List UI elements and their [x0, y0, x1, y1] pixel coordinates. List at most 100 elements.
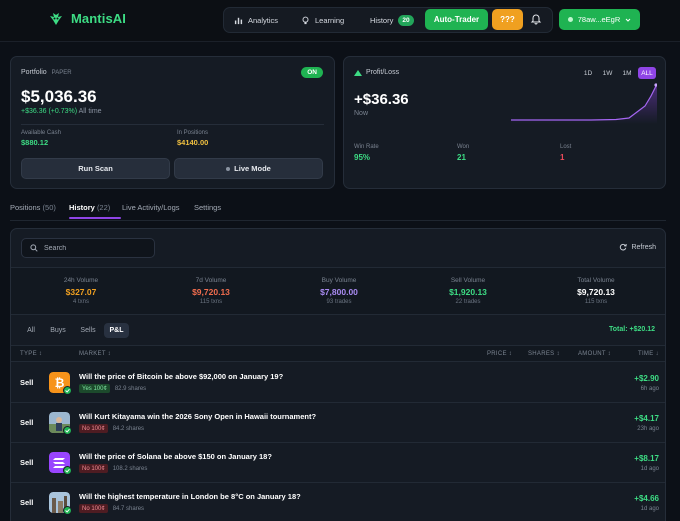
wallet-address: 78aw...eEgR [577, 15, 621, 24]
tab-live-activity[interactable]: Live Activity/Logs [122, 203, 180, 212]
tab-positions[interactable]: Positions (50) [10, 203, 56, 212]
in-positions-stat: In Positions $4140.00 [177, 130, 208, 147]
market-question[interactable]: Will Kurt Kitayama win the 2026 Sony Ope… [79, 412, 316, 421]
bell-icon[interactable] [530, 13, 542, 25]
portfolio-change-line: +$36.36 (+0.73%) All time [21, 108, 102, 115]
wallet-button[interactable]: 78aw...eEgR [559, 9, 640, 30]
col-shares-label: SHARES [528, 351, 555, 357]
col-time[interactable]: TIME ↓ [638, 351, 659, 357]
volume-sub: 4 txns [72, 299, 89, 305]
search-box[interactable] [21, 238, 155, 258]
profit-loss-card: Profit/Loss 1D 1W 1M ALL +$36.36 Now Win… [343, 56, 666, 189]
pnl-label: Profit/Loss [366, 69, 400, 76]
app-name: MantisAI [71, 11, 126, 26]
tab-positions-label: Positions [10, 203, 41, 212]
search-input[interactable] [44, 244, 144, 252]
row-time: 23h ago [637, 426, 659, 432]
table-row[interactable]: Sell Will Kurt Kitayama win the 2026 Son… [11, 403, 665, 443]
win-rate-label: Win Rate [354, 144, 379, 150]
volume-buy: Buy Volume $7,800.00 93 trades [279, 277, 399, 305]
row-type: Sell [20, 458, 34, 467]
app-logo[interactable]: MantisAI [49, 11, 126, 26]
filter-all[interactable]: All [21, 323, 41, 338]
market-question[interactable]: Will the price of Bitcoin be above $92,0… [79, 372, 283, 381]
tab-history[interactable]: History (22) [69, 203, 110, 212]
check-icon [63, 466, 72, 475]
table-row[interactable]: Sell Will the price of Solana be above $… [11, 443, 665, 483]
in-positions-value: $4140.00 [177, 138, 209, 147]
portfolio-heading: Portfolio PAPER [21, 69, 72, 76]
won-stat: Won 21 [457, 144, 469, 162]
col-amount-label: AMOUNT [578, 351, 606, 357]
pnl-heading: Profit/Loss [354, 69, 399, 76]
row-shares: 108.2 shares [112, 465, 148, 472]
section-tabs: Positions (50) History (22) Live Activit… [10, 203, 666, 221]
row-amount: +$4.17 [634, 414, 659, 423]
volume-value: $9,720.13 [577, 287, 615, 297]
row-shares: 82.9 shares [114, 385, 147, 392]
divider [21, 124, 324, 125]
row-meta: No 100¢ 84.2 shares [79, 424, 144, 433]
side-badge: No 100¢ [79, 424, 108, 433]
run-scan-button[interactable]: Run Scan [21, 158, 170, 179]
refresh-button[interactable]: Refresh [619, 243, 656, 251]
row-time: 1d ago [640, 506, 659, 512]
trend-up-icon [354, 69, 362, 76]
refresh-icon [620, 243, 628, 251]
portfolio-mode: PAPER [51, 70, 72, 76]
table-row[interactable]: Sell Will the highest temperature in Lon… [11, 483, 665, 521]
pnl-total: Total: +$20.12 [609, 326, 655, 333]
nav-history[interactable]: History 20 [370, 8, 414, 32]
check-icon [63, 426, 72, 435]
volume-sub: 115 txns [199, 299, 223, 305]
range-1w[interactable]: 1W [600, 67, 615, 79]
col-market[interactable]: MARKET ↕ [79, 351, 111, 357]
wallet-status-dot [567, 17, 573, 22]
col-type[interactable]: TYPE ↕ [20, 351, 42, 357]
row-amount: +$2.90 [634, 374, 659, 383]
portfolio-status-toggle[interactable]: ON [301, 67, 323, 78]
auto-trader-button[interactable]: Auto-Trader [425, 9, 488, 30]
tab-history-count: (22) [96, 203, 111, 212]
filter-buys[interactable]: Buys [45, 323, 71, 338]
portfolio-change-period: All time [78, 108, 102, 115]
side-badge: Yes 100¢ [79, 384, 110, 393]
nav-analytics[interactable]: Analytics [234, 8, 278, 32]
range-1m[interactable]: 1M [620, 67, 634, 79]
tab-settings[interactable]: Settings [194, 203, 221, 212]
col-market-label: MARKET [79, 351, 106, 357]
row-amount: +$4.66 [634, 494, 659, 503]
row-meta: No 100¢ 84.7 shares [79, 504, 144, 513]
filter-pnl[interactable]: P&L [104, 323, 129, 338]
history-panel: Refresh 24h Volume $327.07 4 txns 7d Vol… [10, 228, 666, 521]
market-question[interactable]: Will the price of Solana be above $150 o… [79, 452, 272, 461]
col-amount[interactable]: AMOUNT ↕ [578, 351, 611, 357]
col-price-label: PRICE [487, 351, 507, 357]
volume-label: Sell Volume [450, 277, 486, 284]
nav-learning[interactable]: Learning [301, 8, 344, 32]
volume-value: $7,800.00 [320, 287, 358, 297]
won-value: 21 [457, 153, 466, 162]
col-time-label: TIME [638, 351, 654, 357]
row-type: Sell [20, 498, 34, 507]
col-price[interactable]: PRICE ↕ [487, 351, 512, 357]
refresh-label: Refresh [631, 243, 656, 251]
row-shares: 84.2 shares [112, 425, 145, 432]
col-shares[interactable]: SHARES ↕ [528, 351, 560, 357]
portfolio-card: Portfolio PAPER ON $5,036.36 +$36.36 (+0… [10, 56, 335, 189]
volume-label: Buy Volume [321, 277, 357, 284]
history-count-badge: 20 [398, 14, 414, 26]
unknown-button[interactable]: ??? [492, 9, 523, 30]
volume-value: $327.07 [65, 287, 97, 297]
lost-stat: Lost 1 [560, 144, 571, 162]
table-row[interactable]: Sell ₿ Will the price of Bitcoin be abov… [11, 363, 665, 403]
volume-sub: 115 txns [584, 299, 608, 305]
filter-sells[interactable]: Sells [74, 323, 102, 338]
pnl-sparkline [511, 83, 657, 124]
range-1d[interactable]: 1D [581, 67, 595, 79]
row-shares: 84.7 shares [112, 505, 145, 512]
range-all[interactable]: ALL [638, 67, 656, 79]
market-question[interactable]: Will the highest temperature in London b… [79, 492, 301, 501]
live-mode-button[interactable]: Live Mode [174, 158, 323, 179]
active-tab-indicator [69, 217, 121, 219]
